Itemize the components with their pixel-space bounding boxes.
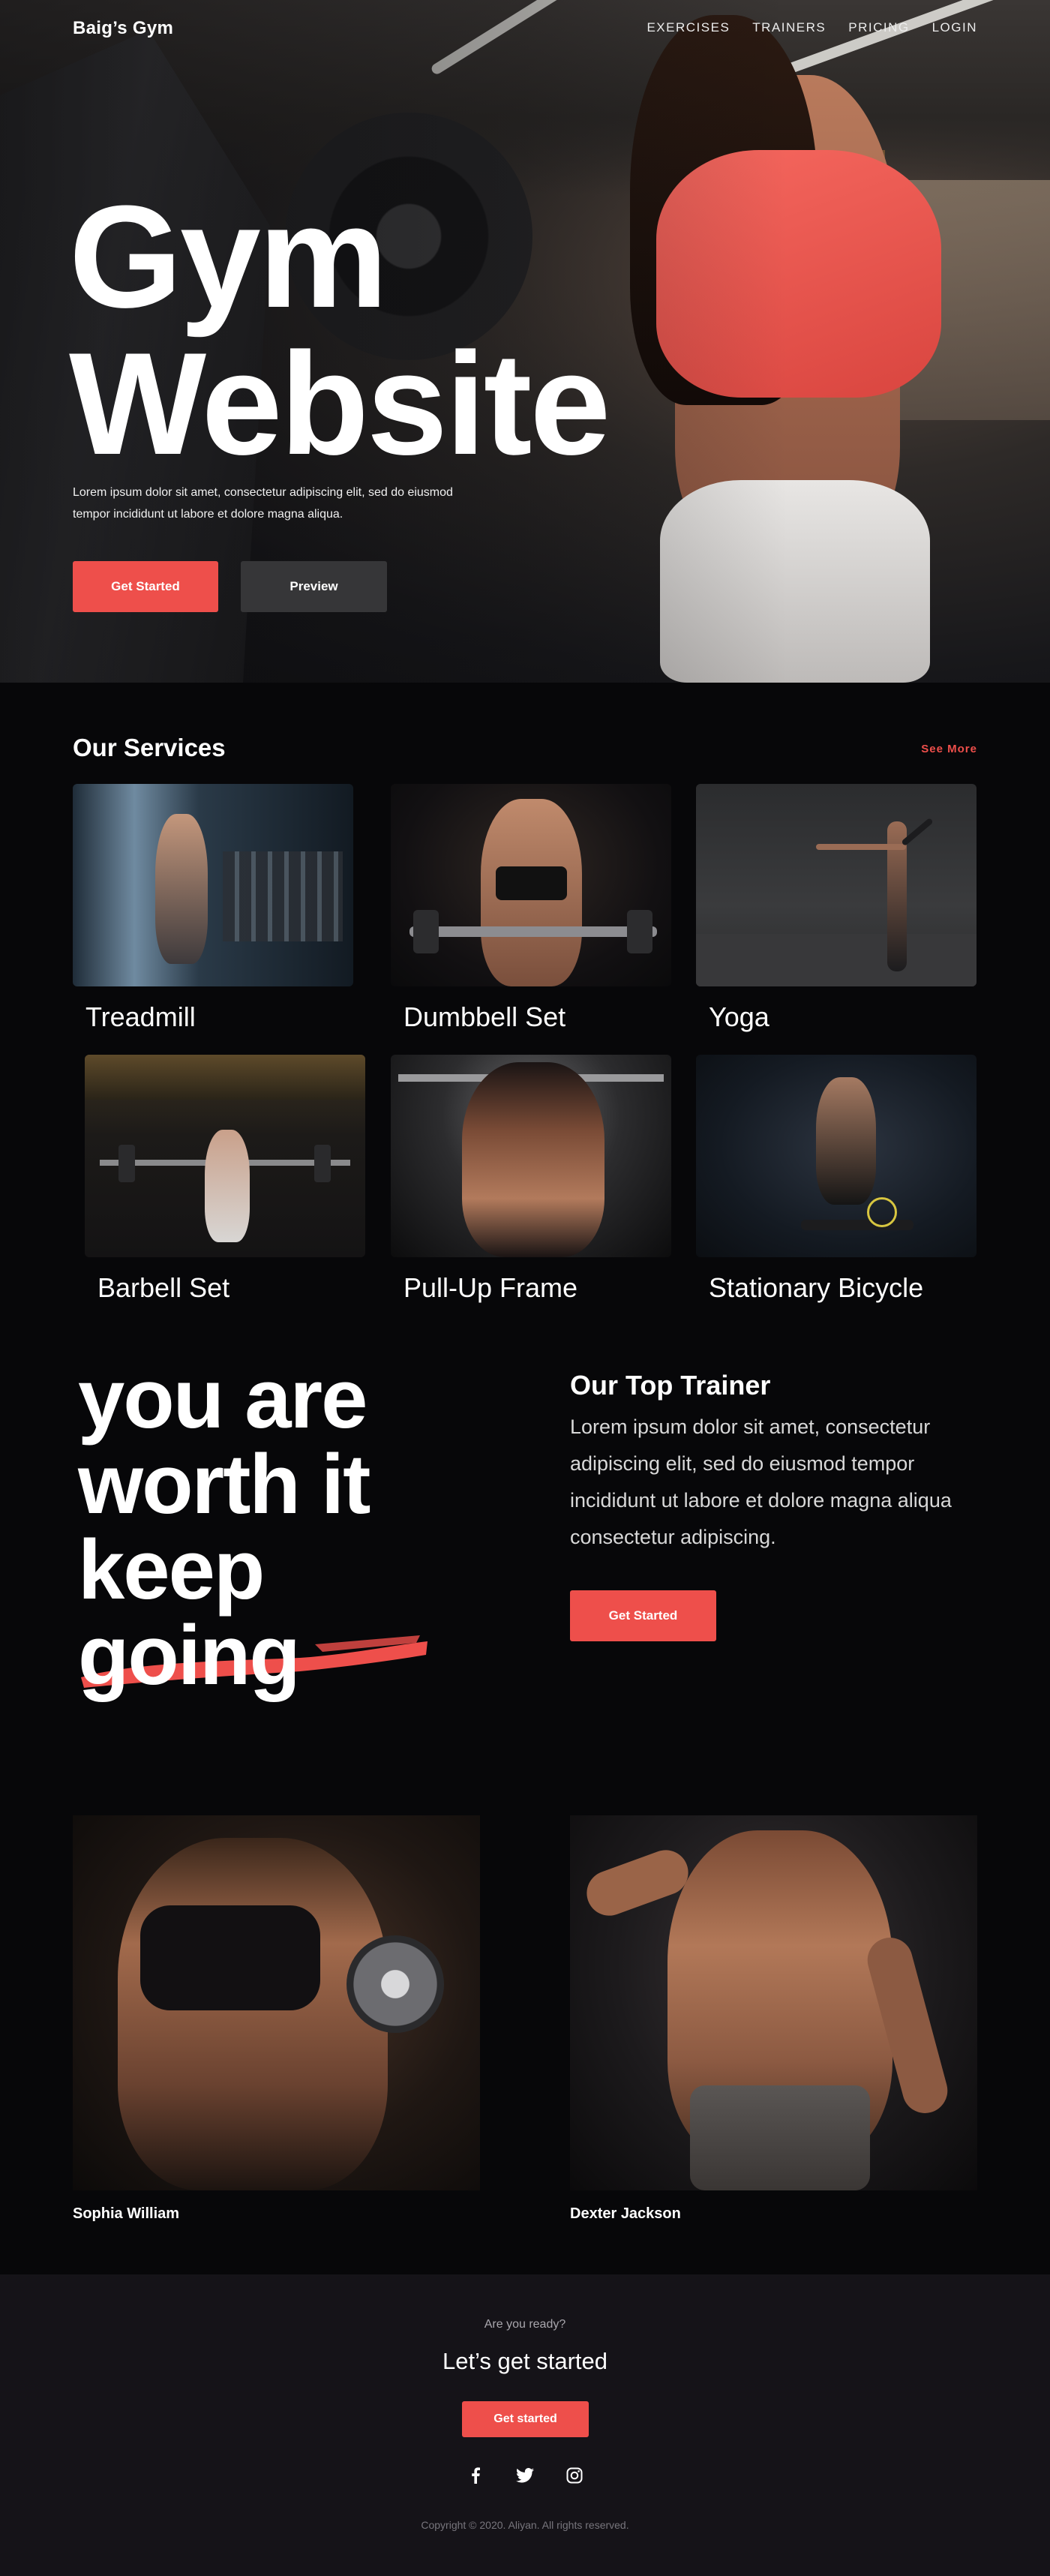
nav-pricing-link[interactable]: PRICING <box>848 20 909 35</box>
motivation-line: keep <box>78 1523 265 1617</box>
social-links <box>465 2465 585 2486</box>
trainer-photo-sophia <box>73 1815 480 2190</box>
hero-title-line: Website <box>69 323 610 485</box>
services-title: Our Services <box>73 734 226 761</box>
cta-get-started-button[interactable]: Get started <box>462 2401 589 2437</box>
copyright-text: Copyright © 2020. Aliyan. All rights res… <box>421 2519 629 2531</box>
service-label: Treadmill <box>86 1001 196 1032</box>
treadmill-image <box>73 784 353 986</box>
service-label: Dumbbell Set <box>404 1001 566 1032</box>
twitter-icon[interactable] <box>514 2465 536 2486</box>
motivation-line: you are <box>78 1352 368 1446</box>
top-trainer-title: Our Top Trainer <box>570 1370 771 1401</box>
instagram-icon[interactable] <box>564 2465 585 2486</box>
service-label: Pull-Up Frame <box>404 1272 578 1303</box>
hero-preview-button[interactable]: Preview <box>241 561 387 612</box>
brand-logo[interactable]: Baig’s Gym <box>73 18 173 39</box>
nav-trainers-link[interactable]: TRAINERS <box>752 20 826 35</box>
top-trainer-description: Lorem ipsum dolor sit amet, consectetur … <box>570 1416 952 1548</box>
cta-eyebrow: Are you ready? <box>484 2318 566 2331</box>
nav-login-link[interactable]: LOGIN <box>932 20 977 35</box>
main-nav: EXERCISES TRAINERS PRICING LOGIN <box>646 20 977 35</box>
trainer-name: Sophia William <box>73 2205 180 2222</box>
hero-description: Lorem ipsum dolor sit amet, consectetur … <box>73 486 453 521</box>
facebook-icon[interactable] <box>465 2465 486 2486</box>
nav-exercises-link[interactable]: EXERCISES <box>646 20 730 35</box>
see-more-link[interactable]: See More <box>921 743 977 755</box>
dumbbell-set-image <box>391 784 671 986</box>
service-label: Yoga <box>709 1001 770 1032</box>
service-label: Stationary Bicycle <box>709 1272 924 1303</box>
motivation-line: worth it <box>78 1437 370 1531</box>
service-label: Barbell Set <box>98 1272 230 1303</box>
motivation-headline: you are worth it keep going <box>78 1352 370 1702</box>
trainer-get-started-button[interactable]: Get Started <box>570 1590 716 1641</box>
hero-get-started-button[interactable]: Get Started <box>73 561 218 612</box>
pull-up-frame-image <box>391 1055 671 1257</box>
motivation-line: going <box>78 1608 301 1702</box>
cta-title: Let’s get started <box>442 2348 608 2374</box>
hero-title-line: Gym <box>69 176 388 338</box>
trainer-photo-dexter <box>570 1815 977 2190</box>
hero-title: Gym Website <box>69 176 610 485</box>
trainer-name: Dexter Jackson <box>570 2205 681 2222</box>
stationary-bicycle-image <box>696 1055 976 1257</box>
yoga-image <box>696 784 976 986</box>
barbell-set-image <box>85 1055 365 1257</box>
